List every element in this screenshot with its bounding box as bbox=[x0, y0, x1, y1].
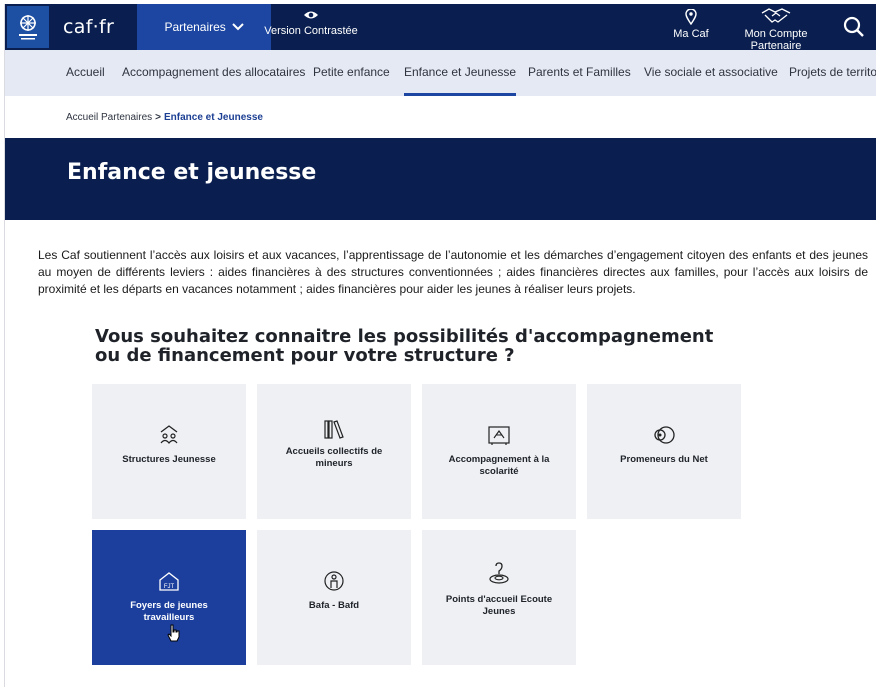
page: caf·fr Partenaires Version Contrastée Ma… bbox=[0, 0, 876, 687]
partners-menu-button[interactable]: Partenaires bbox=[137, 4, 272, 50]
tile-label: Promeneurs du Net bbox=[620, 454, 708, 465]
contrast-toggle[interactable]: Version Contrastée bbox=[263, 9, 359, 37]
partner-account-link[interactable]: Mon Compte Partenaire bbox=[718, 7, 834, 52]
nav-item-enfance-jeunesse[interactable]: Enfance et Jeunesse bbox=[404, 50, 517, 96]
nav-item-accueil[interactable]: Accueil bbox=[66, 50, 105, 96]
nav-item-vie-sociale[interactable]: Vie sociale et associative bbox=[644, 50, 778, 96]
tile-label: Points d'accueil Ecoute Jeunes bbox=[445, 594, 553, 617]
search-button[interactable] bbox=[832, 4, 876, 50]
breadcrumb-current: Enfance et Jeunesse bbox=[164, 112, 263, 123]
hero-banner: Enfance et jeunesse bbox=[5, 138, 876, 220]
nav-item-petite-enfance[interactable]: Petite enfance bbox=[313, 50, 390, 96]
partners-label: Partenaires bbox=[164, 20, 226, 34]
search-icon bbox=[843, 16, 864, 37]
tile-structures-jeunesse[interactable]: Structures Jeunesse bbox=[92, 384, 246, 519]
marianne-logo-icon bbox=[19, 15, 37, 40]
handshake-icon bbox=[761, 8, 791, 23]
eye-icon bbox=[263, 9, 359, 25]
chevron-down-icon bbox=[232, 23, 244, 31]
books-icon bbox=[323, 414, 345, 440]
intro-paragraph: Les Caf soutiennent l’accès aux loisirs … bbox=[38, 248, 868, 296]
contrast-label: Version Contrastée bbox=[264, 25, 358, 37]
my-caf-link[interactable]: Ma Caf bbox=[671, 8, 711, 40]
listening-point-icon bbox=[487, 560, 511, 586]
tile-label: Foyers de jeunes travailleurs bbox=[130, 600, 208, 623]
tile-label: Bafa - Bafd bbox=[308, 600, 360, 611]
tile-bafa-bafd[interactable]: Bafa - Bafd bbox=[257, 530, 411, 665]
top-header: caf·fr Partenaires Version Contrastée Ma… bbox=[5, 4, 876, 52]
tile-promeneurs-du-net[interactable]: Promeneurs du Net bbox=[587, 384, 741, 519]
nav-item-accompagnement-allocataires[interactable]: Accompagnement des allocataires bbox=[122, 50, 305, 96]
tile-accueils-collectifs[interactable]: Accueils collectifs de mineurs bbox=[257, 384, 411, 519]
school-board-icon bbox=[487, 420, 511, 446]
breadcrumb-separator: > bbox=[155, 112, 161, 123]
tile-foyers-jeunes-travailleurs[interactable]: FJT Foyers de jeunes travailleurs bbox=[92, 530, 246, 665]
section-question: Vous souhaitez connaitre les possibilité… bbox=[95, 326, 714, 366]
nav-item-projets-territoire[interactable]: Projets de territoire bbox=[789, 50, 876, 96]
location-pin-icon bbox=[685, 8, 697, 26]
breadcrumb-home[interactable]: Accueil Partenaires bbox=[66, 112, 152, 123]
tile-label: Accompagnement à la scolarité bbox=[448, 454, 550, 477]
fjt-house-icon: FJT bbox=[157, 566, 181, 592]
person-badge-icon bbox=[323, 566, 345, 592]
tile-label: Accueils collectifs de mineurs bbox=[285, 446, 383, 469]
my-caf-label: Ma Caf bbox=[673, 28, 709, 40]
tile-label: Structures Jeunesse bbox=[122, 454, 216, 465]
chat-bubbles-icon bbox=[652, 420, 676, 446]
nav-item-parents-familles[interactable]: Parents et Familles bbox=[528, 50, 631, 96]
page-title: Enfance et jeunesse bbox=[67, 160, 317, 185]
fjt-badge: FJT bbox=[164, 584, 175, 590]
main-navigation: Accueil Accompagnement des allocataires … bbox=[5, 50, 876, 96]
caf-logo[interactable] bbox=[7, 6, 49, 48]
brand-name[interactable]: caf·fr bbox=[63, 4, 114, 50]
tile-accompagnement-scolarite[interactable]: Accompagnement à la scolarité bbox=[422, 384, 576, 519]
hand-cursor-icon bbox=[167, 624, 180, 642]
partner-account-label: Mon Compte Partenaire bbox=[744, 28, 808, 52]
breadcrumb: Accueil Partenaires > Enfance et Jeunesse bbox=[66, 112, 263, 123]
browser-viewport: caf·fr Partenaires Version Contrastée Ma… bbox=[4, 4, 876, 687]
tile-points-accueil-ecoute-jeunes[interactable]: Points d'accueil Ecoute Jeunes bbox=[422, 530, 576, 665]
people-roof-icon bbox=[158, 420, 180, 446]
